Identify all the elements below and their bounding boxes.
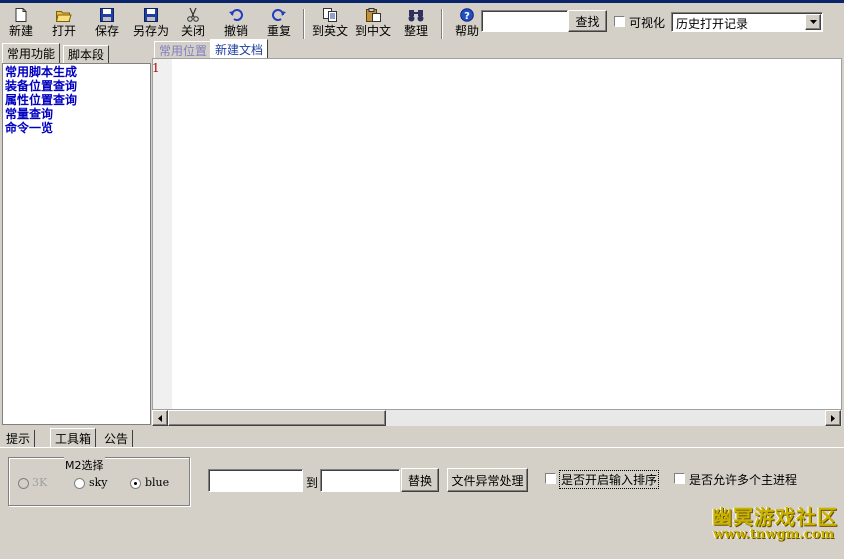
paste-clipboard-icon [365,8,381,22]
new-button[interactable]: 新建 [6,6,36,40]
open-folder-icon [56,8,72,22]
multi-process-label: 是否允许多个主进程 [689,473,798,487]
input-sort-label: 是否开启输入排序 [559,470,660,489]
tab-new-document[interactable]: 新建文档 [210,39,269,58]
open-button-label: 打开 [51,24,76,38]
horizontal-scrollbar[interactable] [152,410,842,426]
radio-3k[interactable] [18,478,29,489]
dropdown-arrow-button[interactable] [805,14,821,30]
search-button[interactable]: 查找 [568,10,607,32]
toolbar-separator [303,9,305,39]
tab-toolbox[interactable]: 工具箱 [50,428,97,447]
chevron-down-icon [809,20,817,24]
redo-button[interactable]: 重复 [264,6,294,40]
arrow-right-icon [831,414,835,422]
to-chinese-button[interactable]: 到中文 [353,6,393,40]
line-number-gutter: 1 [152,59,172,409]
list-item[interactable]: 命令一览 [5,121,77,135]
close-button-label: 关闭 [180,24,205,38]
radio-sky-label: sky [89,476,108,489]
toolbar-separator [441,9,443,39]
line-number: 1 [152,61,160,75]
replace-text-input[interactable] [320,469,400,492]
visualize-checkbox[interactable] [614,16,625,27]
to-chinese-button-label: 到中文 [354,24,391,38]
save-disk-icon [99,8,115,22]
find-text-input[interactable] [208,469,303,492]
scroll-thumb[interactable] [168,410,386,426]
radio-3k-label: 3K [32,476,48,489]
help-button[interactable]: ? 帮助 [452,6,482,40]
scissors-icon [185,8,201,22]
tab-divider [0,447,844,448]
undo-button-label: 撤销 [223,24,248,38]
open-button[interactable]: 打开 [49,6,79,40]
history-select[interactable]: 历史打开记录 [671,12,823,32]
undo-button[interactable]: 撤销 [221,6,251,40]
code-editor[interactable]: 1 [152,58,842,410]
close-button[interactable]: 关闭 [178,6,208,40]
new-button-label: 新建 [8,24,33,38]
radio-blue[interactable] [130,478,141,489]
save-button[interactable]: 保存 [92,6,122,40]
new-file-icon [13,8,29,22]
tab-hints[interactable]: 提示 [2,430,36,447]
visualize-label: 可视化 [629,16,666,30]
tidy-button-label: 整理 [403,24,428,38]
undo-arrow-icon [228,8,244,22]
to-label: 到 [306,476,319,490]
save-button-label: 保存 [94,24,119,38]
watermark-url: www.tnwgm.com [713,527,835,542]
m2-group-title: M2选择 [64,457,105,473]
redo-button-label: 重复 [266,24,291,38]
tidy-button[interactable]: 整理 [401,6,431,40]
tab-script-snippets[interactable]: 脚本段 [63,45,110,63]
file-error-button[interactable]: 文件异常处理 [447,468,528,492]
save-as-button[interactable]: 另存为 [131,6,171,40]
scroll-right-button[interactable] [825,410,841,426]
multi-process-checkbox[interactable] [674,473,685,484]
input-sort-checkbox[interactable] [545,473,556,484]
tab-announcement[interactable]: 公告 [100,430,134,447]
help-icon: ? [459,8,475,22]
radio-blue-label: blue [145,476,170,489]
radio-sky[interactable] [74,478,85,489]
scroll-left-button[interactable] [152,410,168,426]
save-as-button-label: 另存为 [132,24,169,38]
list-item[interactable]: 装备位置查询 [5,79,77,93]
list-item[interactable]: 常量查询 [5,107,77,121]
left-list-panel: 常用脚本生成 装备位置查询 属性位置查询 常量查询 命令一览 [2,63,151,425]
to-english-button-label: 到英文 [311,24,348,38]
copy-document-icon [322,8,338,22]
list-item[interactable]: 属性位置查询 [5,93,77,107]
help-button-label: 帮助 [454,24,479,38]
arrow-left-icon [158,414,162,422]
tab-common-locations[interactable]: 常用位置 [154,41,212,58]
history-select-value: 历史打开记录 [676,17,749,31]
replace-button[interactable]: 替换 [401,468,439,492]
watermark-title: 幽冥游戏社区 [712,505,838,529]
tab-common-functions[interactable]: 常用功能 [2,43,61,63]
to-english-button[interactable]: 到英文 [310,6,350,40]
redo-arrow-icon [271,8,287,22]
binoculars-icon [408,8,424,22]
svg-text:?: ? [464,11,470,22]
save-as-disk-icon [143,8,159,22]
list-item[interactable]: 常用脚本生成 [5,65,77,79]
search-input[interactable] [481,10,568,32]
